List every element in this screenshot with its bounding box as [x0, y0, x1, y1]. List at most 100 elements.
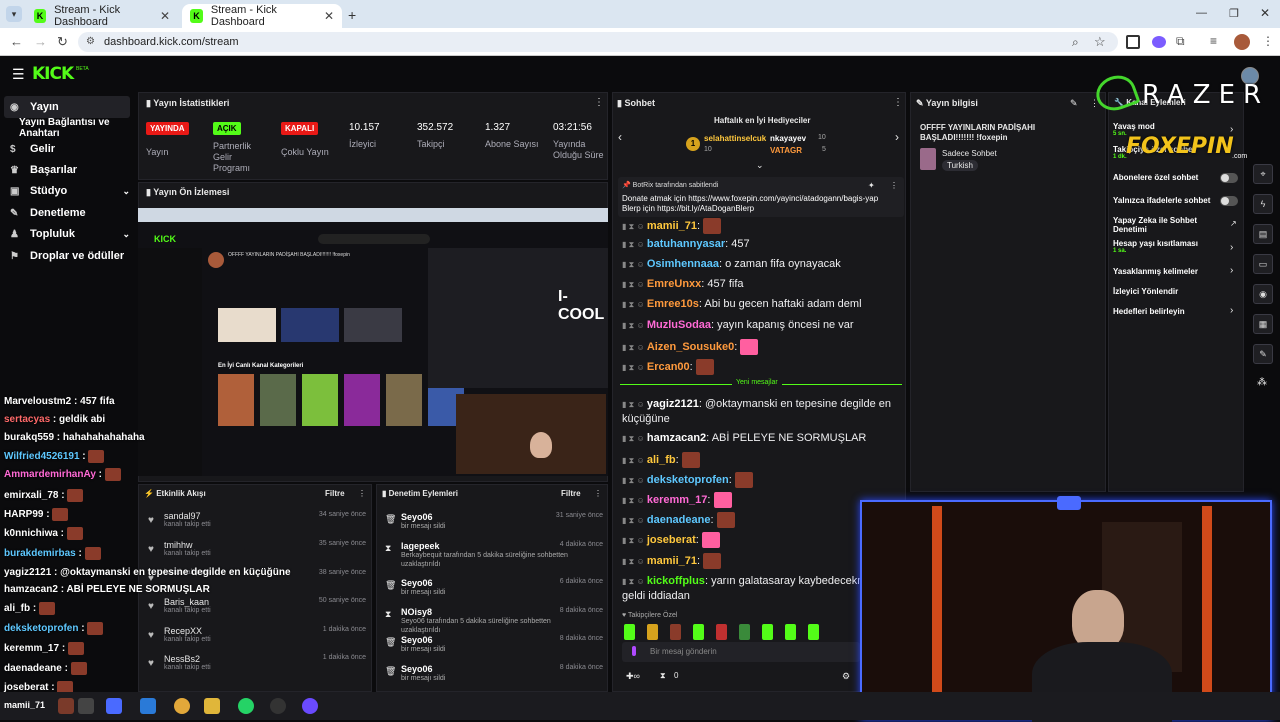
mod-tools-icon[interactable]: ▮ ⧗ ☺	[622, 557, 647, 566]
app-icon[interactable]	[302, 698, 318, 714]
rail-share-icon[interactable]: ⁂	[1257, 377, 1267, 388]
emote[interactable]	[693, 624, 704, 640]
mod-tools-icon[interactable]: ▮ ⧗ ☺	[622, 240, 647, 249]
sidebar-item-gelir[interactable]: $ Gelir	[10, 139, 134, 159]
chevron-left-icon[interactable]: ‹	[618, 130, 622, 144]
mod-tools-icon[interactable]: ▮ ⧗ ☺	[622, 536, 647, 545]
rail-lightning-icon[interactable]: ϟ	[1253, 194, 1273, 214]
chat-username[interactable]: ali_fb	[647, 454, 676, 466]
extension-icon[interactable]	[1152, 36, 1166, 48]
emote[interactable]	[785, 624, 796, 640]
chat-username[interactable]: mamii_71	[647, 220, 697, 232]
sidebar-item-topluluk[interactable]: ♟ Topluluk ⌄	[10, 224, 134, 244]
chevron-right-icon[interactable]: ›	[1230, 265, 1233, 276]
chevron-right-icon[interactable]: ›	[1230, 305, 1233, 316]
taskview-icon[interactable]	[78, 698, 94, 714]
external-link-icon[interactable]: ↗	[1230, 219, 1237, 228]
chevron-right-icon[interactable]: ›	[895, 130, 899, 144]
close-window-icon[interactable]: ✕	[1260, 6, 1270, 20]
chat-username[interactable]: daenadeane	[647, 514, 711, 526]
mod-tools-icon[interactable]: ▮ ⧗ ☺	[622, 260, 647, 269]
tab-search-icon[interactable]: ▾	[6, 6, 22, 22]
mod-tools-icon[interactable]: ▮ ⧗ ☺	[622, 577, 647, 586]
action-ai-moderation[interactable]: Yapay Zeka ile Sohbet Denetimi	[1113, 216, 1213, 234]
chat-identity-icon[interactable]	[632, 646, 636, 656]
browser-tab-1[interactable]: K Stream - Kick Dashboard ✕	[26, 4, 178, 28]
subscribers-only-toggle[interactable]	[1220, 173, 1238, 183]
pin-icon[interactable]: ✦	[868, 181, 875, 190]
emote[interactable]	[670, 624, 681, 640]
kick-logo[interactable]: KICK	[32, 64, 74, 84]
close-tab-icon[interactable]: ✕	[324, 9, 334, 23]
panel-menu-icon[interactable]: ⋮	[890, 181, 898, 190]
rail-broadcast-icon[interactable]: ◉	[1253, 284, 1273, 304]
zoom-icon[interactable]: ⌕	[1072, 35, 1079, 50]
chat-username[interactable]: mamii_71	[647, 555, 697, 567]
extensions-puzzle-icon[interactable]: ⧉	[1176, 34, 1185, 49]
mod-tools-icon[interactable]: ▮ ⧗ ☺	[622, 516, 647, 525]
chat-username[interactable]: Emree10s	[647, 298, 699, 310]
mod-tools-icon[interactable]: ▮ ⧗ ☺	[622, 363, 647, 372]
action-account-age[interactable]: Hesap yaşı kısıtlaması 1 sa.	[1113, 239, 1198, 254]
emote[interactable]	[762, 624, 773, 640]
chat-username[interactable]: batuhannyasar	[647, 238, 725, 250]
browser-menu-icon[interactable]: ⋮	[1262, 34, 1274, 48]
maximize-icon[interactable]: ❐	[1229, 7, 1239, 20]
whatsapp-icon[interactable]	[238, 698, 254, 714]
mod-tools-icon[interactable]: ▮ ⧗ ☺	[622, 280, 647, 289]
chat-settings-icon[interactable]: ⚙	[842, 671, 850, 682]
chat-username[interactable]: EmreUnxx	[647, 278, 701, 290]
emotes-only-toggle[interactable]	[1220, 196, 1238, 206]
back-icon[interactable]: ←	[10, 34, 23, 49]
forward-icon[interactable]: →	[34, 34, 47, 49]
rail-document-icon[interactable]: ▤	[1253, 224, 1273, 244]
mod-tools-icon[interactable]: ▮ ⧗ ☺	[622, 321, 647, 330]
hamburger-menu-icon[interactable]: ☰	[12, 66, 25, 83]
emote[interactable]	[624, 624, 635, 640]
moderation-filter-button[interactable]: Filtre	[561, 489, 581, 498]
sidebar-item-stream-key[interactable]: Yayın Bağlantısı ve Anahtarı	[19, 117, 143, 139]
chat-username[interactable]: keremm_17	[647, 494, 708, 506]
rail-target-icon[interactable]: ⌖	[1253, 164, 1273, 184]
chat-username[interactable]: kickoffplus	[647, 575, 705, 587]
chat-username[interactable]: MuzluSodaa	[647, 319, 711, 331]
bookmark-star-icon[interactable]: ☆	[1094, 34, 1106, 50]
chat-username[interactable]: hamzacan2	[647, 432, 706, 444]
emote[interactable]	[716, 624, 727, 640]
sidebar-item-yayin[interactable]: ◉ Yayın	[10, 97, 134, 117]
action-goals[interactable]: Hedefleri belirleyin	[1113, 307, 1185, 316]
emote[interactable]	[739, 624, 750, 640]
browser-tab-2[interactable]: K Stream - Kick Dashboard ✕	[182, 4, 342, 28]
sidebar-item-denetleme[interactable]: ✎ Denetleme	[10, 203, 134, 223]
expand-icon[interactable]: ⌄	[756, 160, 764, 171]
panel-menu-icon[interactable]: ⋮	[594, 97, 604, 108]
mod-tools-icon[interactable]: ▮ ⧗ ☺	[622, 476, 647, 485]
extension-icon[interactable]	[1126, 35, 1140, 49]
close-tab-icon[interactable]: ✕	[160, 9, 170, 23]
chat-username[interactable]: joseberat	[647, 534, 696, 546]
mod-tools-icon[interactable]: ▮ ⧗ ☺	[622, 222, 647, 231]
panel-menu-icon[interactable]: ⋮	[358, 489, 366, 498]
emote[interactable]	[647, 624, 658, 640]
mod-tools-icon[interactable]: ▮ ⧗ ☺	[622, 343, 647, 352]
action-emotes-only[interactable]: Yalnızca ifadelerle sohbet	[1113, 196, 1210, 205]
profile-avatar[interactable]	[1234, 34, 1250, 50]
sidebar-item-droplar[interactable]: ⚑ Droplar ve ödüller	[10, 246, 134, 266]
new-tab-icon[interactable]: +	[348, 7, 356, 23]
minimize-icon[interactable]: —	[1196, 7, 1207, 19]
url-field[interactable]: dashboard.kick.com/stream	[78, 32, 1118, 52]
mod-tools-icon[interactable]: ▮ ⧗ ☺	[622, 300, 647, 309]
chat-username[interactable]: Osimhennaaa	[647, 258, 719, 270]
chrome-icon[interactable]	[174, 698, 190, 714]
mod-tools-icon[interactable]: ▮ ⧗ ☺	[622, 496, 647, 505]
obs-icon[interactable]	[270, 698, 286, 714]
media-icon[interactable]: ≡	[1210, 34, 1217, 48]
chat-username[interactable]: Ercan00	[647, 361, 690, 373]
action-subscribers-only[interactable]: Abonelere özel sohbet	[1113, 173, 1198, 182]
rail-wrench-icon[interactable]: ✎	[1253, 344, 1273, 364]
activity-filter-button[interactable]: Filtre	[325, 489, 345, 498]
stream-video-preview[interactable]: KICK OFFFF YAYINLARIN PADİŞAHI BAŞLADI!!…	[138, 208, 608, 476]
chevron-right-icon[interactable]: ›	[1230, 242, 1233, 253]
action-banned-words[interactable]: Yasaklanmış kelimeler	[1113, 267, 1198, 276]
mod-tools-icon[interactable]: ▮ ⧗ ☺	[622, 400, 647, 409]
